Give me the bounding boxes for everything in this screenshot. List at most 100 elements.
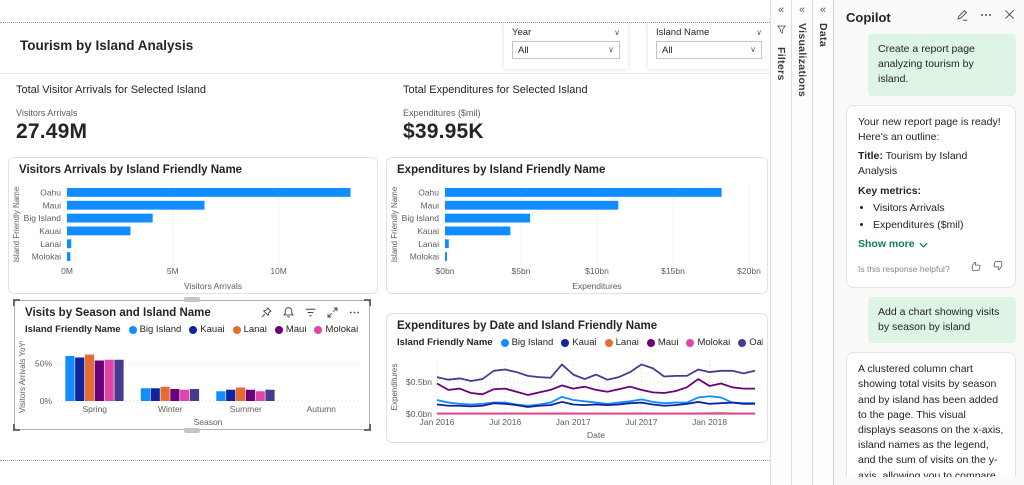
expand-chevrons-icon[interactable]: «	[778, 5, 784, 16]
copilot-response: Your new report page is ready! Here's an…	[846, 105, 1016, 288]
response-title-line: Title: Tourism by Island Analysis	[858, 149, 1004, 179]
svg-text:Molokai: Molokai	[32, 252, 61, 262]
resize-handle[interactable]	[364, 299, 371, 306]
pane-filters[interactable]: « Filters	[770, 0, 791, 485]
visual-title: Expenditures by Date and Island Friendly…	[397, 320, 657, 332]
visual-season-column-chart[interactable]: Visits by Season and Island Name Island …	[14, 300, 370, 430]
kpi-label: Visitors Arrivals	[16, 108, 206, 118]
pane-data[interactable]: « Data	[812, 0, 833, 485]
visual-expenditures-bar-chart[interactable]: Expenditures by Island Friendly Name $0b…	[386, 157, 768, 294]
legend-dot	[314, 326, 322, 334]
alert-icon[interactable]	[282, 306, 295, 319]
visual-title: Visitors Arrivals by Island Friendly Nam…	[19, 164, 242, 176]
svg-text:Maui: Maui	[43, 200, 62, 210]
svg-text:Island Friendly Name: Island Friendly Name	[390, 186, 399, 262]
season-column-chart: 0%50%SpringWinterSummerAutumnSeasonVisit…	[17, 341, 367, 427]
response-intro: Your new report page is ready! Here's an…	[858, 115, 1004, 145]
response-metrics-list: Visitors Arrivals Expenditures ($mil)	[873, 201, 1004, 233]
close-icon[interactable]	[1003, 8, 1016, 26]
svg-text:Expenditures: Expenditures	[390, 364, 399, 411]
svg-text:$15bn: $15bn	[661, 266, 685, 276]
user-message: Create a report page analyzing tourism b…	[868, 34, 1016, 96]
drag-handle[interactable]	[184, 428, 200, 433]
more-options-icon[interactable]	[979, 8, 993, 27]
compose-icon[interactable]	[955, 8, 969, 27]
pin-icon[interactable]	[260, 306, 273, 319]
slicer-island-name: Island Name ∨ All ∨	[648, 23, 770, 69]
legend-title: Island Friendly Name	[397, 337, 493, 348]
pane-visualizations[interactable]: « Visualizations	[791, 0, 812, 485]
slicer-year-label: Year	[512, 27, 531, 38]
svg-text:Kauai: Kauai	[417, 226, 439, 236]
visual-hover-toolbar	[260, 306, 361, 319]
visual-expenditures-line-chart[interactable]: Expenditures by Date and Island Friendly…	[386, 313, 768, 443]
svg-text:5M: 5M	[167, 266, 179, 276]
chevron-down-icon[interactable]: ∨	[756, 29, 762, 37]
legend-dot	[501, 339, 509, 347]
expand-chevrons-icon[interactable]: «	[799, 5, 805, 16]
visual-visitors-bar-chart[interactable]: Visitors Arrivals by Island Friendly Nam…	[8, 157, 378, 294]
expenditures-line-chart: $0.0bn$0.5bnJan 2016Jul 2016Jan 2017Jul …	[389, 354, 765, 440]
feedback-row: Is this response helpful?	[858, 260, 1004, 277]
svg-text:50%: 50%	[35, 359, 52, 369]
legend-item: Lanai	[233, 324, 267, 335]
svg-text:Maui: Maui	[421, 200, 440, 210]
copilot-response: A clustered column chart showing total v…	[846, 352, 1016, 477]
slicer-year-dropdown[interactable]: All ∨	[512, 41, 620, 59]
svg-text:$10bn: $10bn	[585, 266, 609, 276]
chart-legend: Island Friendly NameBig IslandKauaiLanai…	[397, 337, 763, 348]
svg-text:Visitors Arrivals: Visitors Arrivals	[184, 281, 242, 291]
page-title: Tourism by Island Analysis	[20, 38, 193, 53]
svg-text:Autumn: Autumn	[307, 404, 337, 414]
legend-item: Lanai	[605, 337, 639, 348]
svg-text:$0bn: $0bn	[436, 266, 455, 276]
visual-title: Visits by Season and Island Name	[25, 307, 211, 319]
chevron-down-icon: ∨	[750, 46, 756, 54]
slicer-island-dropdown[interactable]: All ∨	[656, 41, 762, 59]
kpi-header: Total Visitor Arrivals for Selected Isla…	[16, 84, 206, 96]
slicer-year-value: All	[518, 45, 529, 56]
svg-text:Molokai: Molokai	[410, 252, 439, 262]
legend-dot	[738, 339, 746, 347]
svg-text:$20bn: $20bn	[737, 266, 761, 276]
svg-text:Lanai: Lanai	[40, 239, 61, 249]
thumbs-up-icon[interactable]	[970, 260, 982, 277]
svg-text:Oahu: Oahu	[418, 187, 439, 197]
legend-item: Maui	[647, 337, 679, 348]
svg-text:Jul 2016: Jul 2016	[489, 417, 521, 427]
svg-text:Lanai: Lanai	[418, 239, 439, 249]
svg-text:Jan 2018: Jan 2018	[692, 417, 727, 427]
svg-text:Kauai: Kauai	[39, 226, 61, 236]
svg-text:Season: Season	[194, 417, 223, 427]
legend-item: Molokai	[686, 337, 730, 348]
svg-text:Island Friendly Name: Island Friendly Name	[12, 186, 21, 262]
copilot-panel: Copilot Create a report page analyzing t…	[833, 0, 1024, 485]
svg-text:Big Island: Big Island	[402, 213, 440, 223]
legend-item: Oahu	[738, 337, 763, 348]
chevron-down-icon[interactable]: ∨	[614, 29, 620, 37]
focus-mode-icon[interactable]	[326, 306, 339, 319]
resize-handle[interactable]	[13, 299, 20, 306]
thumbs-down-icon[interactable]	[992, 260, 1004, 277]
svg-text:Oahu: Oahu	[40, 187, 61, 197]
kpi-header: Total Expenditures for Selected Island	[403, 84, 588, 96]
legend-dot	[275, 326, 283, 334]
expand-chevrons-icon[interactable]: «	[820, 5, 826, 16]
filter-funnel-icon	[776, 22, 787, 40]
drag-handle[interactable]	[184, 297, 200, 302]
svg-text:Big Island: Big Island	[24, 213, 62, 223]
pane-label-data: Data	[817, 23, 829, 47]
show-more-link[interactable]: Show more	[858, 237, 1004, 252]
slicer-island-label: Island Name	[656, 27, 709, 38]
metric-item: Expenditures ($mil)	[873, 218, 1004, 233]
svg-text:0M: 0M	[61, 266, 73, 276]
legend-dot	[686, 339, 694, 347]
svg-text:Jan 2017: Jan 2017	[556, 417, 591, 427]
filter-icon[interactable]	[304, 306, 317, 319]
pane-label-visualizations: Visualizations	[796, 23, 808, 97]
kpi-value: 27.49M	[16, 120, 206, 144]
more-options-icon[interactable]	[348, 306, 361, 319]
report-canvas: Tourism by Island Analysis Year ∨ All ∨ …	[0, 0, 770, 485]
legend-item: Big Island	[129, 324, 182, 335]
chevron-down-icon	[919, 242, 928, 248]
